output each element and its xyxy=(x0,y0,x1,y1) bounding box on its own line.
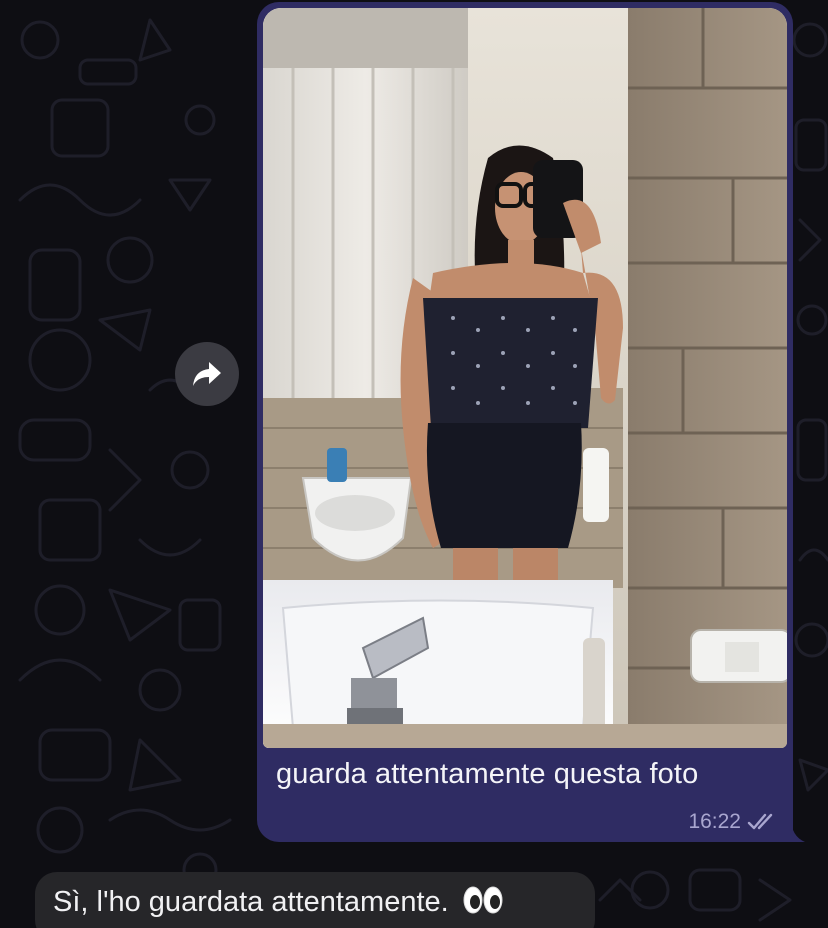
chat-view: guarda attentamente questa foto 16:22 Sì… xyxy=(0,0,828,928)
eyes-emoji xyxy=(463,886,503,914)
forward-arrow-icon xyxy=(193,362,221,386)
forward-button[interactable] xyxy=(175,342,239,406)
message-photo[interactable] xyxy=(263,8,787,748)
message-time: 16:22 xyxy=(688,810,741,833)
double-check-icon xyxy=(747,813,773,830)
photo-image xyxy=(263,8,787,748)
message-text: Sì, l'ho guardata attentamente. xyxy=(53,886,449,918)
message-caption: guarda attentamente questa foto xyxy=(276,758,699,790)
outgoing-message-bubble[interactable]: guarda attentamente questa foto 16:22 xyxy=(257,2,793,842)
message-meta: 16:22 xyxy=(688,810,777,834)
bubble-tail xyxy=(785,818,805,842)
incoming-message-bubble[interactable]: Sì, l'ho guardata attentamente. xyxy=(35,872,595,928)
